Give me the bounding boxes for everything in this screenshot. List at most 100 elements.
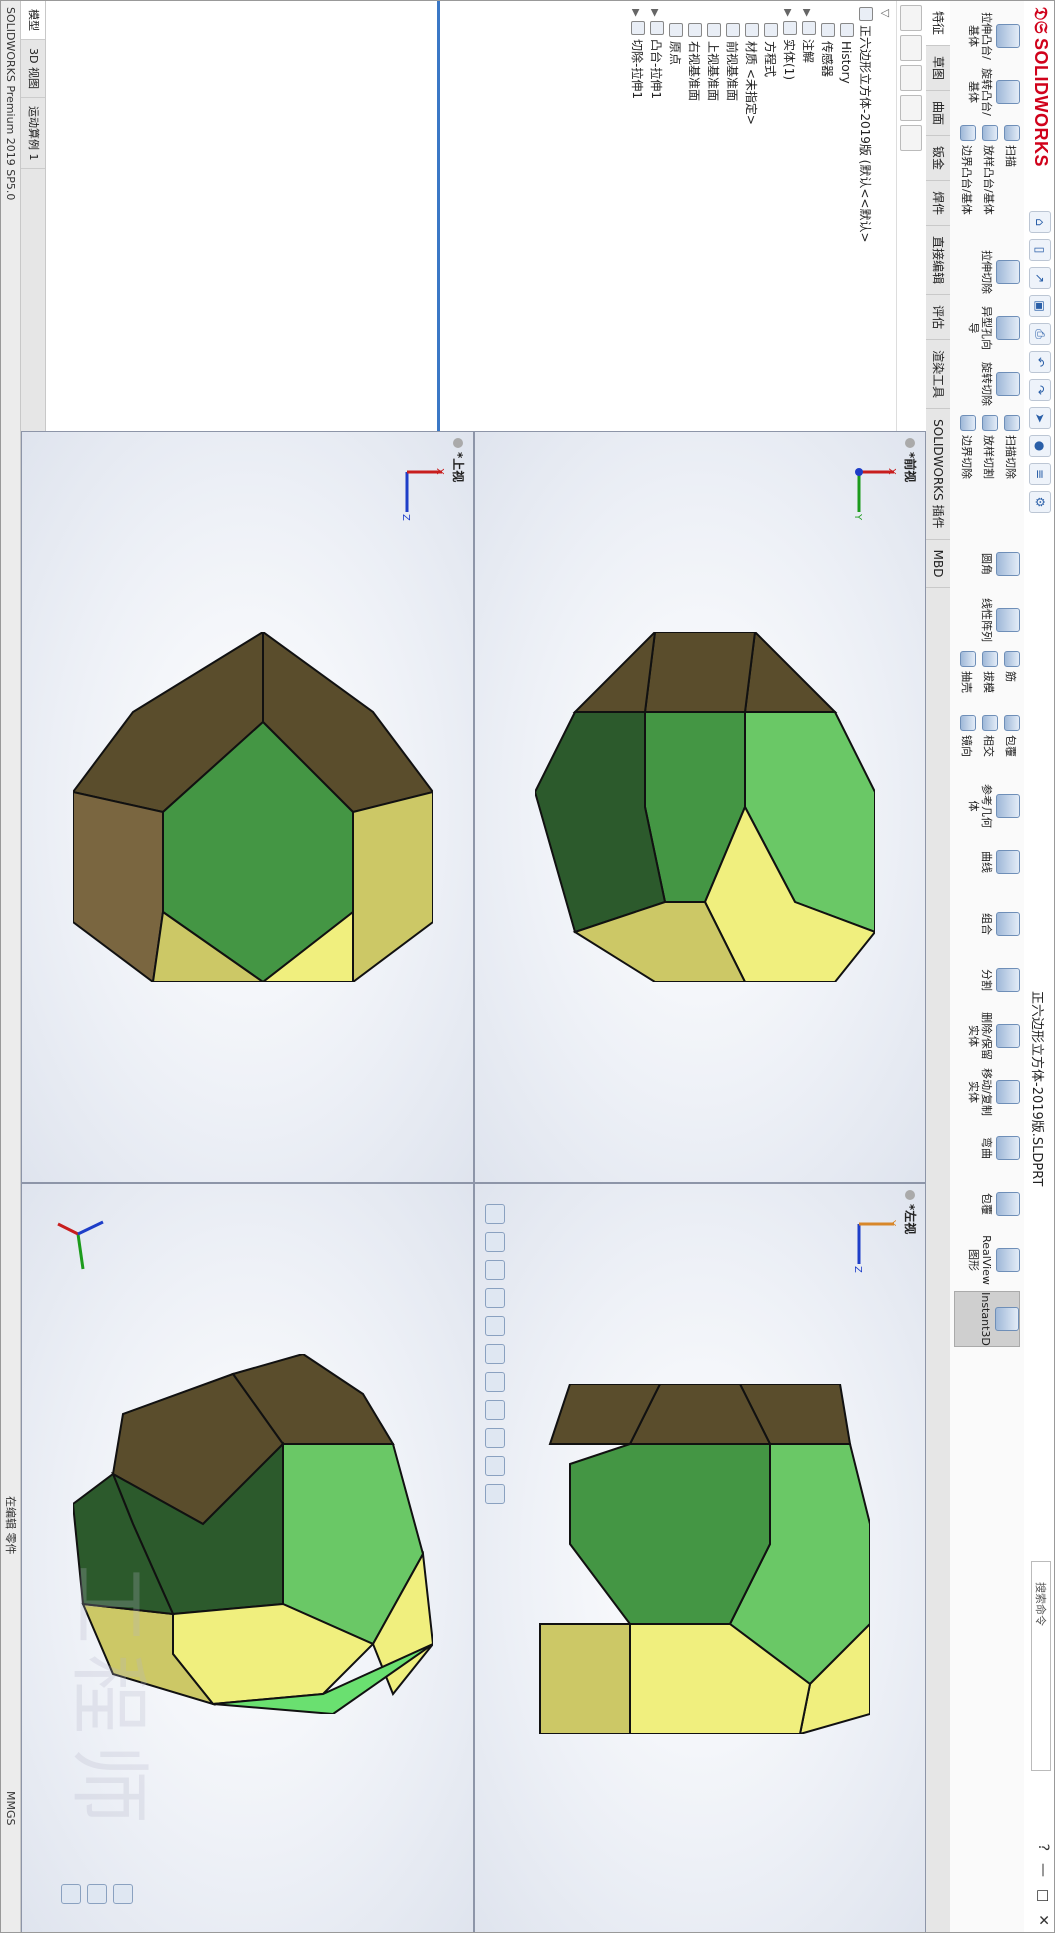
- tree-item-top-plane[interactable]: 上视基准面: [703, 7, 722, 427]
- print-icon[interactable]: ⎙: [1029, 323, 1051, 345]
- edit-appearance-icon[interactable]: [485, 1428, 505, 1448]
- delete-keep-body-button[interactable]: 删除/保留实体: [956, 1009, 1020, 1063]
- view-orientation-icon[interactable]: [485, 1344, 505, 1364]
- graphics-area[interactable]: *前视 Y X *左视 Z Y *上视 Z X 工程师: [21, 431, 926, 1932]
- draft-button[interactable]: 拔模: [980, 651, 998, 711]
- tab-direct-editing[interactable]: 直接编辑: [926, 226, 950, 296]
- viewport-isometric[interactable]: 工程师: [21, 1183, 474, 1932]
- view-settings-icon[interactable]: [485, 1484, 505, 1504]
- tab-render-tools[interactable]: 渲染工具: [926, 340, 950, 410]
- expand-arrow-icon[interactable]: ▶: [797, 9, 816, 21]
- shell-button[interactable]: 抽壳: [958, 651, 976, 711]
- linear-pattern-button[interactable]: 线性阵列: [956, 593, 1020, 647]
- tree-item-material[interactable]: 材质 <未指定>: [741, 7, 760, 427]
- split-button[interactable]: 分割: [956, 953, 1020, 1007]
- loft-cut-button[interactable]: 放样切割: [980, 415, 998, 525]
- new-document-icon[interactable]: ▯: [1029, 239, 1051, 261]
- tree-item-origin[interactable]: 原点: [665, 7, 684, 427]
- hole-wizard-button[interactable]: 异型孔向导: [956, 301, 1020, 355]
- section-view-icon[interactable]: [485, 1288, 505, 1308]
- fillet-button[interactable]: 圆角: [956, 537, 1020, 591]
- file-properties-icon[interactable]: ≡: [1029, 463, 1051, 485]
- intersect-button[interactable]: 相交: [980, 715, 998, 775]
- appearances-icon[interactable]: [87, 1884, 107, 1904]
- dynamic-annotation-icon[interactable]: [485, 1316, 505, 1336]
- tab-sheet-metal[interactable]: 钣金: [926, 136, 950, 182]
- sweep-button[interactable]: 扫描: [1002, 125, 1020, 235]
- tree-item-boss-extrude[interactable]: ▶ 凸台-拉伸1: [646, 7, 665, 427]
- tree-item-cut-extrude[interactable]: ▶ 切除-拉伸1: [627, 7, 646, 427]
- display-style-icon[interactable]: [485, 1372, 505, 1392]
- tree-item-equations[interactable]: 方程式: [760, 7, 779, 427]
- tab-model[interactable]: 模型: [21, 1, 45, 40]
- select-icon[interactable]: ➤: [1029, 407, 1051, 429]
- sweep-cut-button[interactable]: 扫描切除: [1002, 415, 1020, 525]
- move-copy-body-button[interactable]: 移动/复制实体: [956, 1065, 1020, 1119]
- loft-button[interactable]: 放样凸台/基体: [980, 125, 998, 235]
- minimize-icon[interactable]: —: [1035, 1863, 1051, 1877]
- boundary-boss-button[interactable]: 边界凸台/基体: [958, 125, 976, 235]
- viewport-left[interactable]: *左视 Z Y: [474, 1183, 926, 1932]
- reference-geometry-button[interactable]: 参考几何体: [956, 779, 1020, 833]
- revolve-cut-button[interactable]: 旋转切除: [956, 357, 1020, 411]
- filter-icon[interactable]: ▽: [874, 1, 896, 431]
- close-icon[interactable]: ✕: [1035, 1914, 1051, 1926]
- revolve-boss-button[interactable]: 旋转凸台/基体: [956, 65, 1020, 119]
- tab-features[interactable]: 特征: [926, 1, 950, 47]
- dimxpert-icon[interactable]: [900, 95, 922, 121]
- expand-arrow-icon[interactable]: ▶: [778, 9, 797, 21]
- rib-button[interactable]: 筋: [1002, 651, 1020, 711]
- extrude-cut-button[interactable]: 拉伸切除: [956, 245, 1020, 299]
- tab-surfaces[interactable]: 曲面: [926, 91, 950, 137]
- expand-arrow-icon[interactable]: ▶: [645, 9, 664, 21]
- tab-addins[interactable]: SOLIDWORKS 插件: [926, 409, 950, 540]
- flex-button[interactable]: 弯曲: [956, 1121, 1020, 1175]
- save-icon[interactable]: ▣: [1029, 295, 1051, 317]
- mirror-button[interactable]: 镜向: [958, 715, 976, 775]
- instant3d-button[interactable]: Instant3D: [954, 1291, 1020, 1347]
- feature-tree-icon[interactable]: [900, 5, 922, 31]
- help-icon[interactable]: ?: [1035, 1844, 1051, 1851]
- zoom-area-icon[interactable]: [485, 1232, 505, 1252]
- extrude-boss-button[interactable]: 拉伸凸台/基体: [956, 9, 1020, 63]
- curves-button[interactable]: 曲线: [956, 835, 1020, 889]
- tree-item-front-plane[interactable]: 前视基准面: [722, 7, 741, 427]
- tree-root[interactable]: 正六边形立方体-2019版 (默认<<默认>: [855, 7, 874, 427]
- tree-item-right-plane[interactable]: 右视基准面: [684, 7, 703, 427]
- realview-button[interactable]: RealView 图形: [956, 1233, 1020, 1287]
- hide-show-items-icon[interactable]: [485, 1400, 505, 1420]
- expand-arrow-icon[interactable]: ▶: [626, 9, 645, 21]
- tree-item-solid-bodies[interactable]: ▶ 实体(1): [779, 7, 798, 427]
- viewport-front[interactable]: *前视 Y X: [474, 431, 926, 1183]
- wrap2-button[interactable]: 包覆: [956, 1177, 1020, 1231]
- tree-item-annotations[interactable]: ▶ 注解: [798, 7, 817, 427]
- combine-button[interactable]: 组合: [956, 897, 1020, 951]
- previous-view-icon[interactable]: [485, 1260, 505, 1280]
- home-icon[interactable]: ⌂: [1029, 211, 1051, 233]
- tab-motion-study[interactable]: 运动算例 1: [21, 97, 45, 170]
- restore-icon[interactable]: □: [1035, 1889, 1051, 1902]
- display-manager-icon[interactable]: [900, 125, 922, 151]
- property-manager-icon[interactable]: [900, 35, 922, 61]
- wrap-button[interactable]: 包覆: [1002, 715, 1020, 775]
- rebuild-icon[interactable]: ●: [1029, 435, 1051, 457]
- open-icon[interactable]: ↗: [1029, 267, 1051, 289]
- view-palette-icon[interactable]: [113, 1884, 133, 1904]
- panel-divider[interactable]: [437, 1, 440, 431]
- search-command-input[interactable]: 搜索命令: [1031, 1561, 1051, 1771]
- tab-evaluate[interactable]: 评估: [926, 295, 950, 341]
- tab-mbd[interactable]: MBD: [926, 539, 950, 589]
- tab-3d-views[interactable]: 3D 视图: [21, 40, 45, 98]
- custom-properties-icon[interactable]: [61, 1884, 81, 1904]
- undo-icon[interactable]: ↶: [1029, 351, 1051, 373]
- zoom-to-fit-icon[interactable]: [485, 1204, 505, 1224]
- boundary-cut-button[interactable]: 边界切除: [958, 415, 976, 525]
- tree-item-history[interactable]: History: [836, 7, 855, 427]
- tree-item-sensors[interactable]: 传感器: [817, 7, 836, 427]
- tab-weldments[interactable]: 焊件: [926, 181, 950, 227]
- apply-scene-icon[interactable]: [485, 1456, 505, 1476]
- unit-system-selector[interactable]: MMGS: [1, 1791, 20, 1826]
- viewport-top[interactable]: *上视 Z X: [21, 431, 474, 1183]
- configuration-manager-icon[interactable]: [900, 65, 922, 91]
- options-gear-icon[interactable]: ⚙: [1029, 491, 1051, 513]
